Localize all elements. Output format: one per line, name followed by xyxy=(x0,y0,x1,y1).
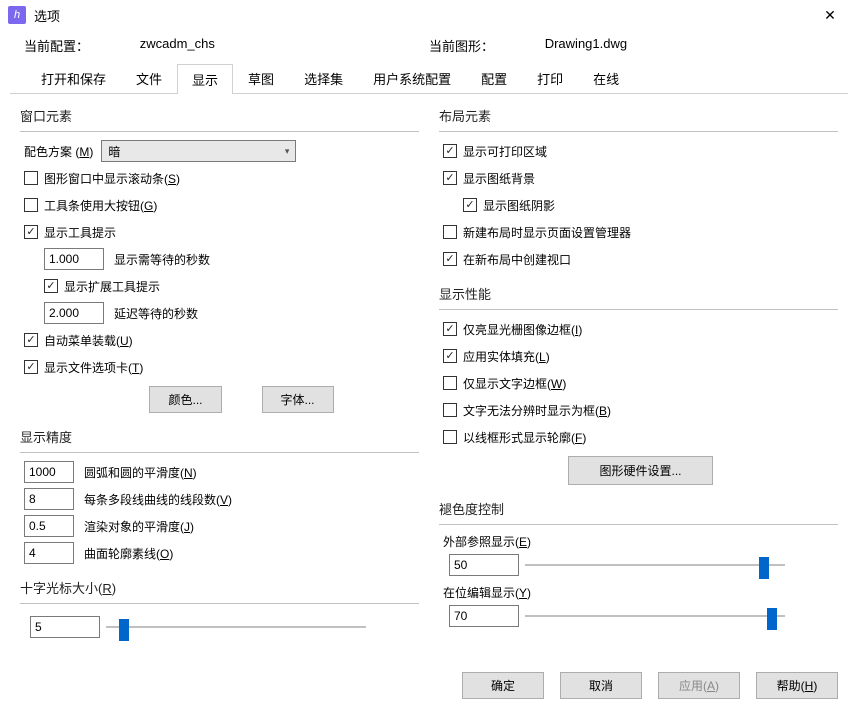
tooltips-label: 显示工具提示 xyxy=(44,224,116,241)
font-button[interactable]: 字体... xyxy=(262,386,334,413)
tab-online[interactable]: 在线 xyxy=(578,63,634,93)
ok-button[interactable]: 确定 xyxy=(462,672,544,699)
solid-fill-label: 应用实体填充(L) xyxy=(463,348,550,365)
precision-title: 显示精度 xyxy=(20,427,419,446)
file-tabs-label: 显示文件选项卡(T) xyxy=(44,359,143,376)
text-box-label: 文字无法分辨时显示为框(B) xyxy=(463,402,611,419)
tab-display[interactable]: 显示 xyxy=(177,64,233,94)
arc-smoothness-label: 圆弧和圆的平滑度(N) xyxy=(84,464,197,481)
wireframe-checkbox[interactable] xyxy=(443,430,457,444)
layout-elements-title: 布局元素 xyxy=(439,106,838,125)
ext-tooltips-label: 显示扩展工具提示 xyxy=(64,278,160,295)
tooltip-delay-label: 显示需等待的秒数 xyxy=(114,251,210,268)
inplace-fade-slider[interactable] xyxy=(525,606,785,626)
cancel-button[interactable]: 取消 xyxy=(560,672,642,699)
auto-menu-checkbox[interactable] xyxy=(24,333,38,347)
raster-frame-checkbox[interactable] xyxy=(443,322,457,336)
text-frame-label: 仅显示文字边框(W) xyxy=(463,375,566,392)
arc-smoothness-input[interactable] xyxy=(24,461,74,483)
chevron-down-icon: ▾ xyxy=(285,146,290,157)
close-button[interactable]: ✕ xyxy=(810,0,850,30)
xref-fade-label: 外部参照显示(E) xyxy=(443,533,838,550)
page-setup-checkbox[interactable] xyxy=(443,225,457,239)
current-drawing-label: 当前图形： xyxy=(429,36,545,55)
raster-frame-label: 仅亮显光栅图像边框(I) xyxy=(463,321,582,338)
paper-shadow-checkbox[interactable] xyxy=(463,198,477,212)
color-button[interactable]: 颜色... xyxy=(149,386,221,413)
tab-print[interactable]: 打印 xyxy=(522,63,578,93)
crosshair-size-input[interactable] xyxy=(30,616,100,638)
ext-tooltips-checkbox[interactable] xyxy=(44,279,58,293)
polyline-segments-label: 每条多段线曲线的线段数(V) xyxy=(84,491,232,508)
printable-area-checkbox[interactable] xyxy=(443,144,457,158)
polyline-segments-input[interactable] xyxy=(24,488,74,510)
crosshair-title: 十字光标大小(R) xyxy=(20,578,419,597)
xref-fade-slider[interactable] xyxy=(525,555,785,575)
performance-title: 显示性能 xyxy=(439,284,838,303)
solid-fill-checkbox[interactable] xyxy=(443,349,457,363)
viewport-checkbox[interactable] xyxy=(443,252,457,266)
hardware-settings-button[interactable]: 图形硬件设置... xyxy=(568,456,712,485)
paper-shadow-label: 显示图纸阴影 xyxy=(483,197,555,214)
render-smoothness-input[interactable] xyxy=(24,515,74,537)
auto-menu-label: 自动菜单装载(U) xyxy=(44,332,133,349)
tab-user-config[interactable]: 用户系统配置 xyxy=(358,63,466,93)
current-drawing-value: Drawing1.dwg xyxy=(545,36,834,55)
config-info: 当前配置： zwcadm_chs 当前图形： Drawing1.dwg xyxy=(0,30,858,63)
render-smoothness-label: 渲染对象的平滑度(J) xyxy=(84,518,194,535)
tooltips-checkbox[interactable] xyxy=(24,225,38,239)
viewport-label: 在新布局中创建视口 xyxy=(463,251,571,268)
paper-bg-label: 显示图纸背景 xyxy=(463,170,535,187)
tab-selection[interactable]: 选择集 xyxy=(289,63,358,93)
fade-control-title: 褪色度控制 xyxy=(439,499,838,518)
page-setup-label: 新建布局时显示页面设置管理器 xyxy=(463,224,631,241)
wireframe-label: 以线框形式显示轮廓(F) xyxy=(463,429,586,446)
tooltip-delay-input[interactable] xyxy=(44,248,104,270)
big-buttons-checkbox[interactable] xyxy=(24,198,38,212)
file-tabs-checkbox[interactable] xyxy=(24,360,38,374)
text-box-checkbox[interactable] xyxy=(443,403,457,417)
text-frame-checkbox[interactable] xyxy=(443,376,457,390)
contour-lines-label: 曲面轮廓素线(O) xyxy=(84,545,173,562)
window-elements-title: 窗口元素 xyxy=(20,106,419,125)
app-icon: h xyxy=(8,6,26,24)
current-config-label: 当前配置： xyxy=(24,36,140,55)
ext-delay-label: 延迟等待的秒数 xyxy=(114,305,198,322)
tab-open-save[interactable]: 打开和保存 xyxy=(26,63,121,93)
window-title: 选项 xyxy=(34,6,810,25)
scrollbar-checkbox[interactable] xyxy=(24,171,38,185)
ext-delay-input[interactable] xyxy=(44,302,104,324)
big-buttons-label: 工具条使用大按钮(G) xyxy=(44,197,157,214)
scrollbar-label: 图形窗口中显示滚动条(S) xyxy=(44,170,180,187)
inplace-fade-label: 在位编辑显示(Y) xyxy=(443,584,838,601)
color-scheme-select[interactable]: 暗 ▾ xyxy=(101,140,296,162)
printable-area-label: 显示可打印区域 xyxy=(463,143,547,160)
tab-config[interactable]: 配置 xyxy=(466,63,522,93)
tab-bar: 打开和保存 文件 显示 草图 选择集 用户系统配置 配置 打印 在线 xyxy=(10,63,848,94)
apply-button[interactable]: 应用(A) xyxy=(658,672,740,699)
xref-fade-input[interactable] xyxy=(449,554,519,576)
current-config-value: zwcadm_chs xyxy=(140,36,429,55)
color-scheme-label: 配色方案 (M) xyxy=(24,143,93,160)
help-button[interactable]: 帮助(H) xyxy=(756,672,838,699)
inplace-fade-input[interactable] xyxy=(449,605,519,627)
tab-draft[interactable]: 草图 xyxy=(233,63,289,93)
paper-bg-checkbox[interactable] xyxy=(443,171,457,185)
contour-lines-input[interactable] xyxy=(24,542,74,564)
crosshair-slider[interactable] xyxy=(106,617,366,637)
tab-file[interactable]: 文件 xyxy=(121,63,177,93)
